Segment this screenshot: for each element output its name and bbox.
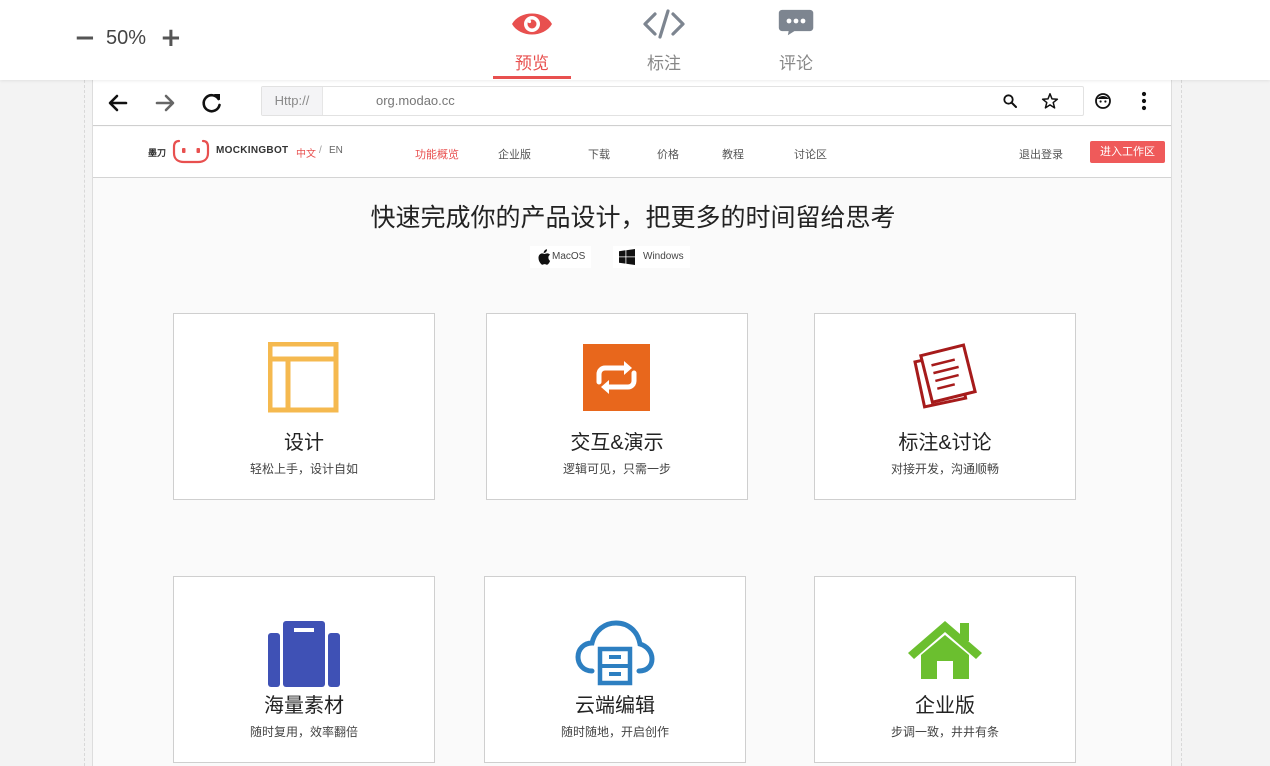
eye-icon — [512, 13, 552, 35]
profile-icon[interactable] — [1094, 92, 1112, 110]
view-tabs: 预览 标注 评论 — [466, 0, 862, 80]
zoom-control: − 50% + — [74, 24, 182, 52]
brand-name[interactable]: MOCKINGBOT — [216, 145, 288, 156]
mockingbot-logo-icon[interactable] — [172, 137, 210, 165]
nav-enterprise[interactable]: 企业版 — [498, 146, 531, 162]
back-arrow-icon[interactable] — [105, 90, 131, 116]
zoom-out-button[interactable]: − — [74, 24, 96, 52]
feature-card-annotation[interactable]: 标注&讨论 对接开发，沟通顺畅 — [814, 313, 1076, 500]
zoom-in-button[interactable]: + — [160, 24, 182, 52]
browser-bar: Http:// org.modao.cc — [93, 80, 1171, 126]
apple-icon — [538, 249, 551, 265]
home-icon — [908, 621, 982, 679]
nav-pricing[interactable]: 价格 — [657, 146, 679, 162]
url-protocol: Http:// — [262, 87, 323, 115]
logout-link[interactable]: 退出登录 — [1019, 146, 1063, 162]
zoom-level: 50% — [106, 26, 147, 49]
feature-card-assets[interactable]: 海量素材 随时复用，效率翻倍 — [173, 576, 435, 763]
tab-annotate[interactable]: 标注 — [598, 0, 730, 80]
enter-workspace-button[interactable]: 进入工作区 — [1090, 141, 1165, 163]
macos-download-button[interactable]: MacOS — [530, 246, 592, 268]
notes-icon — [913, 343, 977, 409]
comment-icon — [778, 9, 814, 36]
suitcase-icon — [268, 621, 340, 687]
layout-icon — [268, 342, 339, 413]
tab-preview[interactable]: 预览 — [466, 0, 598, 80]
feature-title: 交互&演示 — [570, 432, 664, 454]
feature-title: 云端编辑 — [575, 695, 655, 717]
feature-title: 企业版 — [915, 695, 975, 717]
tab-annotate-label: 标注 — [647, 54, 681, 73]
macos-label: MacOS — [552, 251, 586, 262]
preview-canvas: Http:// org.modao.cc 墨刀 MOCKINGBOT 中文 / … — [92, 80, 1172, 766]
site-navbar: 墨刀 MOCKINGBOT 中文 / EN 功能概览 企业版 下载 价格 教程 … — [93, 127, 1171, 178]
feature-card-design[interactable]: 设计 轻松上手，设计自如 — [173, 313, 435, 500]
star-icon[interactable] — [1041, 92, 1059, 110]
feature-card-enterprise[interactable]: 企业版 步调一致，井井有条 — [814, 576, 1076, 763]
address-bar[interactable]: Http:// org.modao.cc — [261, 86, 1084, 116]
feature-subtitle: 轻松上手，设计自如 — [249, 462, 358, 476]
feature-title: 海量素材 — [264, 695, 344, 717]
feature-title: 标注&讨论 — [898, 432, 992, 454]
refresh-icon[interactable] — [199, 90, 225, 116]
nav-download[interactable]: 下载 — [588, 146, 610, 162]
forward-arrow-icon[interactable] — [152, 90, 178, 116]
windows-label: Windows — [643, 251, 684, 262]
tab-preview-label: 预览 — [515, 54, 549, 73]
feature-subtitle: 逻辑可见，只需一步 — [562, 462, 671, 476]
windows-icon — [619, 249, 635, 265]
lang-en-link[interactable]: EN — [329, 145, 343, 156]
windows-download-button[interactable]: Windows — [613, 246, 690, 268]
lang-separator: / — [319, 145, 322, 156]
feature-card-interaction[interactable]: 交互&演示 逻辑可见，只需一步 — [486, 313, 748, 500]
more-vert-icon[interactable] — [1136, 91, 1152, 111]
feature-subtitle: 对接开发，沟通顺畅 — [890, 462, 999, 476]
feature-subtitle: 随时随地，开启创作 — [560, 725, 669, 739]
hero-headline: 快速完成你的产品设计，把更多的时间留给思考 — [370, 204, 896, 232]
url-text: org.modao.cc — [376, 93, 455, 108]
nav-forum[interactable]: 讨论区 — [794, 146, 827, 162]
nav-tutorial[interactable]: 教程 — [722, 146, 744, 162]
feature-title: 设计 — [284, 432, 324, 454]
nav-features[interactable]: 功能概览 — [415, 146, 459, 162]
logo-text: 墨刀 — [148, 148, 167, 158]
tab-comment-label: 评论 — [779, 54, 813, 73]
lang-zh-link[interactable]: 中文 — [296, 145, 316, 160]
feature-card-cloud[interactable]: 云端编辑 随时随地，开启创作 — [484, 576, 746, 763]
search-icon[interactable] — [1002, 93, 1018, 109]
feature-subtitle: 随时复用，效率翻倍 — [249, 725, 358, 739]
top-toolbar: − 50% + 预览 标注 评论 — [0, 0, 1270, 80]
tab-comment[interactable]: 评论 — [730, 0, 862, 80]
repeat-icon — [583, 344, 650, 411]
cloud-icon — [575, 620, 655, 686]
feature-subtitle: 步调一致，井井有条 — [890, 725, 999, 739]
code-icon — [643, 9, 685, 39]
